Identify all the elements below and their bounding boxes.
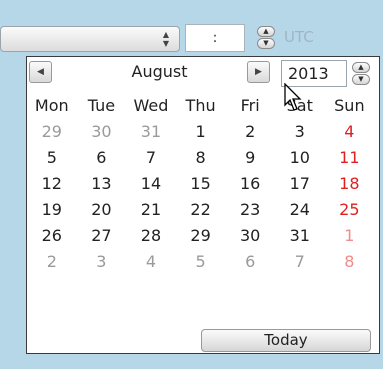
day-cell[interactable]: 19 [27,197,77,223]
day-cell[interactable]: 17 [275,171,325,197]
day-cell[interactable]: 7 [275,249,325,275]
date-combo-box[interactable]: ▲ ▼ [0,26,180,52]
day-cell[interactable]: 4 [126,249,176,275]
day-cell[interactable]: 7 [126,145,176,171]
day-cell[interactable]: 2 [225,119,275,145]
weekday-header: Wed [133,96,169,115]
year-spin-box[interactable]: ▲ ▼ [350,60,372,87]
day-cell[interactable]: 8 [176,145,226,171]
day-cell[interactable]: 24 [275,197,325,223]
day-cell[interactable]: 22 [176,197,226,223]
day-cell[interactable]: 6 [77,145,127,171]
day-cell[interactable]: 9 [225,145,275,171]
day-cell[interactable]: 20 [77,197,127,223]
day-cell[interactable]: 5 [176,249,226,275]
month-label[interactable]: August [67,61,252,83]
day-cell[interactable]: 18 [325,171,375,197]
day-cell[interactable]: 26 [27,223,77,249]
day-cell[interactable]: 15 [176,171,226,197]
day-cell[interactable]: 12 [27,171,77,197]
today-button[interactable]: Today [201,329,371,352]
day-cell[interactable]: 3 [275,119,325,145]
spin-down-icon[interactable]: ▼ [257,38,275,49]
day-cell[interactable]: 23 [225,197,275,223]
day-cell[interactable]: 11 [325,145,375,171]
day-cell[interactable]: 10 [275,145,325,171]
year-up-icon[interactable]: ▲ [352,62,370,73]
calendar-popup: ◀ August ▶ 2013 ▲ ▼ Mon Tue Wed Thu Fri Sat Su… [26,56,380,354]
time-spin-box[interactable]: ▲ ▼ [255,25,277,51]
combo-up-down-icon: ▲ ▼ [162,30,170,48]
day-cell[interactable]: 8 [325,249,375,275]
day-cell[interactable]: 31 [126,119,176,145]
day-cell[interactable]: 16 [225,171,275,197]
datetime-edit-row: ▲ ▼ : ▲ ▼ UTC [0,0,383,56]
day-cell[interactable]: 13 [77,171,127,197]
weekday-header: Mon [34,96,69,115]
day-cell[interactable]: 30 [77,119,127,145]
day-cell[interactable]: 3 [77,249,127,275]
day-cell[interactable]: 28 [126,223,176,249]
day-cell[interactable]: 1 [325,223,375,249]
day-cell[interactable]: 29 [27,119,77,145]
weekday-header: Thu [185,96,216,115]
prev-month-button[interactable]: ◀ [29,61,52,83]
day-cell[interactable]: 21 [126,197,176,223]
weekday-header: Fri [240,96,260,115]
day-cell[interactable]: 14 [126,171,176,197]
day-cell[interactable]: 30 [225,223,275,249]
day-cell[interactable]: 4 [325,119,375,145]
weekday-header: Sun [334,96,365,115]
next-month-button[interactable]: ▶ [247,61,270,83]
spin-up-icon[interactable]: ▲ [257,26,275,37]
calendar-grid: Mon Tue Wed Thu Fri Sat Sun 29 30 31 1 2 3 4 5 6 7 8 9 10 11… [27,93,379,275]
day-cell[interactable]: 31 [275,223,325,249]
day-cell[interactable]: 5 [27,145,77,171]
time-input[interactable]: : [185,24,245,52]
year-down-icon[interactable]: ▼ [352,74,370,85]
day-cell[interactable]: 6 [225,249,275,275]
day-cell[interactable]: 2 [27,249,77,275]
day-cell[interactable]: 27 [77,223,127,249]
chevron-left-icon: ◀ [37,67,44,77]
day-cell[interactable]: 1 [176,119,226,145]
chevron-right-icon: ▶ [255,67,262,77]
mouse-pointer-icon [284,83,302,111]
weekday-header: Tue [87,96,116,115]
day-cell[interactable]: 25 [325,197,375,223]
day-cell[interactable]: 29 [176,223,226,249]
timezone-label: UTC [284,28,314,46]
